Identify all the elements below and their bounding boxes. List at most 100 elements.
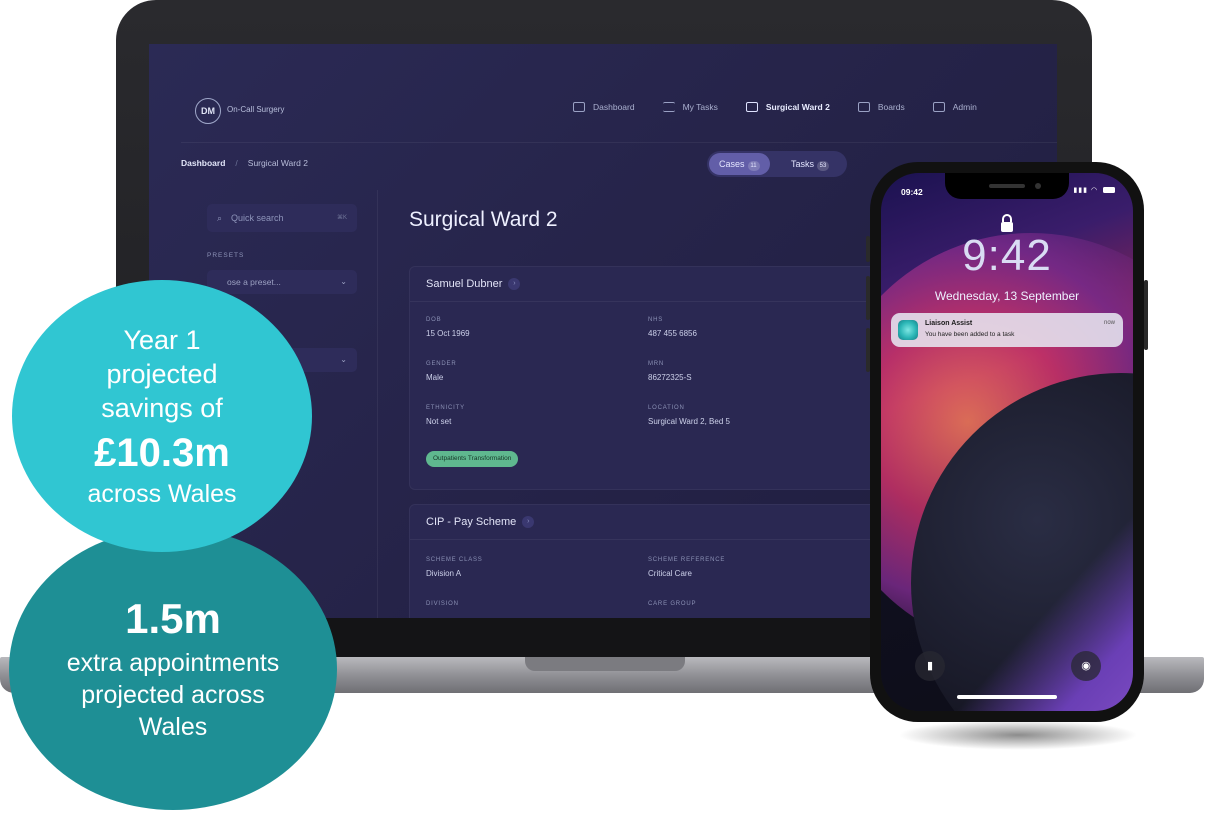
- appointments-figure: 1.5m: [125, 595, 221, 642]
- card-title[interactable]: Samuel Dubner ›: [426, 278, 521, 291]
- chevron-down-icon: ⌄: [340, 277, 347, 286]
- field-label: CARE GROUP: [648, 601, 697, 607]
- battery-icon: [1103, 187, 1115, 194]
- status-icons: ▮▮▮ ◠: [1073, 186, 1115, 194]
- nav-label: My Tasks: [682, 102, 718, 112]
- main-nav: Dashboard My Tasks Surgical Ward 2 Board…: [573, 102, 977, 112]
- app-topbar: DM On-Call Surgery Dashboard My Tasks Su…: [181, 92, 1057, 143]
- field-value: 86272325-S: [648, 373, 692, 382]
- savings-callout: Year 1 projected savings of £10.3m acros…: [12, 280, 312, 552]
- flashlight-icon[interactable]: ▮: [915, 651, 945, 681]
- field-value: Surgical Ward 2, Bed 5: [648, 417, 730, 426]
- boards-icon: [857, 102, 870, 112]
- breadcrumb-separator: /: [235, 158, 238, 168]
- field-location: LOCATION Surgical Ward 2, Bed 5: [648, 405, 730, 426]
- admin-icon: [932, 102, 945, 112]
- dashboard-icon: [573, 102, 585, 112]
- notification[interactable]: Liaison Assist You have been added to a …: [891, 313, 1123, 347]
- preset-placeholder: ose a preset...: [227, 277, 281, 287]
- breadcrumb-current: Surgical Ward 2: [247, 158, 308, 168]
- field-gender: GENDER Male: [426, 361, 456, 382]
- page-title: Surgical Ward 2: [409, 208, 558, 231]
- phone-shadow: [898, 720, 1138, 750]
- wallpaper-shape: [921, 476, 1133, 711]
- tasks-count: 53: [817, 161, 830, 171]
- breadcrumb-root[interactable]: Dashboard: [181, 158, 225, 168]
- field-label: SCHEME REFERENCE: [648, 557, 726, 563]
- search-icon: ⌕: [217, 213, 223, 223]
- nav-label: Dashboard: [593, 102, 635, 112]
- camera-icon[interactable]: ◉: [1071, 651, 1101, 681]
- cases-tasks-toggle: Cases 11 Tasks 53: [707, 151, 847, 177]
- nav-label: Admin: [952, 102, 977, 112]
- cases-tab[interactable]: Cases 11: [709, 153, 770, 175]
- search-placeholder: Quick search: [231, 213, 284, 223]
- field-value: Not set: [426, 417, 452, 426]
- chevron-down-icon: ⌄: [340, 355, 347, 364]
- field-label: NHS: [648, 317, 664, 323]
- breadcrumb: Dashboard / Surgical Ward 2: [181, 158, 308, 168]
- tasks-tab[interactable]: Tasks 53: [781, 153, 839, 175]
- search-shortcut: ⌘K: [336, 215, 347, 221]
- brand-name: On-Call Surgery: [227, 105, 285, 114]
- field-scheme-class: SCHEME CLASS Division A: [426, 557, 483, 578]
- nav-label: Surgical Ward 2: [765, 102, 830, 112]
- callout-text: Year 1: [123, 325, 201, 355]
- field-value: Critical Care: [648, 569, 693, 578]
- phone: 09:42 ▮▮▮ ◠ 9:42 Wednesday, 13 September…: [866, 162, 1148, 722]
- field-label: SCHEME CLASS: [426, 557, 483, 563]
- field-value: Division A: [426, 569, 462, 578]
- appointments-callout: 1.5m extra appointments projected across…: [9, 528, 337, 810]
- savings-figure: £10.3m: [94, 431, 230, 475]
- liaison-assist-app-icon: [898, 320, 918, 340]
- phone-notch: [945, 173, 1069, 199]
- lock-date: Wednesday, 13 September: [934, 289, 1080, 303]
- nav-surgical-ward[interactable]: Surgical Ward 2: [745, 102, 830, 112]
- preset-select[interactable]: ose a preset... ⌄: [207, 270, 357, 294]
- chevron-right-icon: ›: [522, 516, 535, 529]
- notification-body: You have been added to a task: [925, 331, 1015, 338]
- status-time: 09:42: [901, 187, 923, 197]
- phone-volume-down: [866, 328, 870, 372]
- field-value: Male: [426, 373, 444, 382]
- field-ethnicity: ETHNICITY Not set: [426, 405, 465, 426]
- tasks-list-icon: [662, 102, 675, 112]
- field-dob: DOB 15 Oct 1969: [426, 317, 470, 338]
- field-label: ETHNICITY: [426, 405, 465, 411]
- wifi-icon: ◠: [1090, 187, 1099, 194]
- callout-text: across Wales: [87, 480, 237, 508]
- field-label: DIVISION: [426, 601, 459, 607]
- app-logo[interactable]: DM: [195, 98, 221, 124]
- field-nhs: NHS 487 455 6856: [648, 317, 697, 338]
- notification-app-name: Liaison Assist: [925, 320, 973, 327]
- card-title[interactable]: CIP - Pay Scheme ›: [426, 516, 535, 529]
- lock-icon: [1001, 214, 1013, 232]
- quick-search-input[interactable]: ⌕ Quick search ⌘K: [207, 204, 357, 232]
- home-indicator[interactable]: [957, 695, 1057, 699]
- nav-my-tasks[interactable]: My Tasks: [662, 102, 718, 112]
- presets-label: PRESETS: [207, 252, 245, 259]
- callout-text: extra appointments: [66, 649, 280, 677]
- field-value: 15 Oct 1969: [426, 329, 470, 338]
- ward-icon: [745, 102, 758, 112]
- field-label: GENDER: [426, 361, 457, 367]
- cases-count: 11: [747, 161, 760, 171]
- callout-text: Wales: [138, 713, 208, 741]
- nav-admin[interactable]: Admin: [932, 102, 977, 112]
- scheme-name: CIP - Pay Scheme: [426, 516, 517, 528]
- lock-screen: 09:42 ▮▮▮ ◠ 9:42 Wednesday, 13 September…: [881, 173, 1133, 711]
- field-scheme-reference: SCHEME REFERENCE Critical Care: [648, 557, 725, 578]
- field-label: MRN: [648, 361, 665, 367]
- nav-label: Boards: [877, 102, 905, 112]
- status-badge[interactable]: Outpatients Transformation: [426, 451, 519, 467]
- lock-time: 9:42: [962, 231, 1052, 280]
- field-value: 487 455 6856: [648, 329, 697, 338]
- callout-text: savings of: [101, 393, 223, 423]
- callout-text: projected: [106, 359, 218, 389]
- nav-boards[interactable]: Boards: [857, 102, 905, 112]
- nav-dashboard[interactable]: Dashboard: [573, 102, 635, 112]
- laptop-trackpad-notch: [525, 657, 685, 671]
- field-care-group: CARE GROUP: [648, 601, 696, 607]
- phone-volume-up: [866, 276, 870, 320]
- tasks-tab-label: Tasks: [791, 159, 815, 169]
